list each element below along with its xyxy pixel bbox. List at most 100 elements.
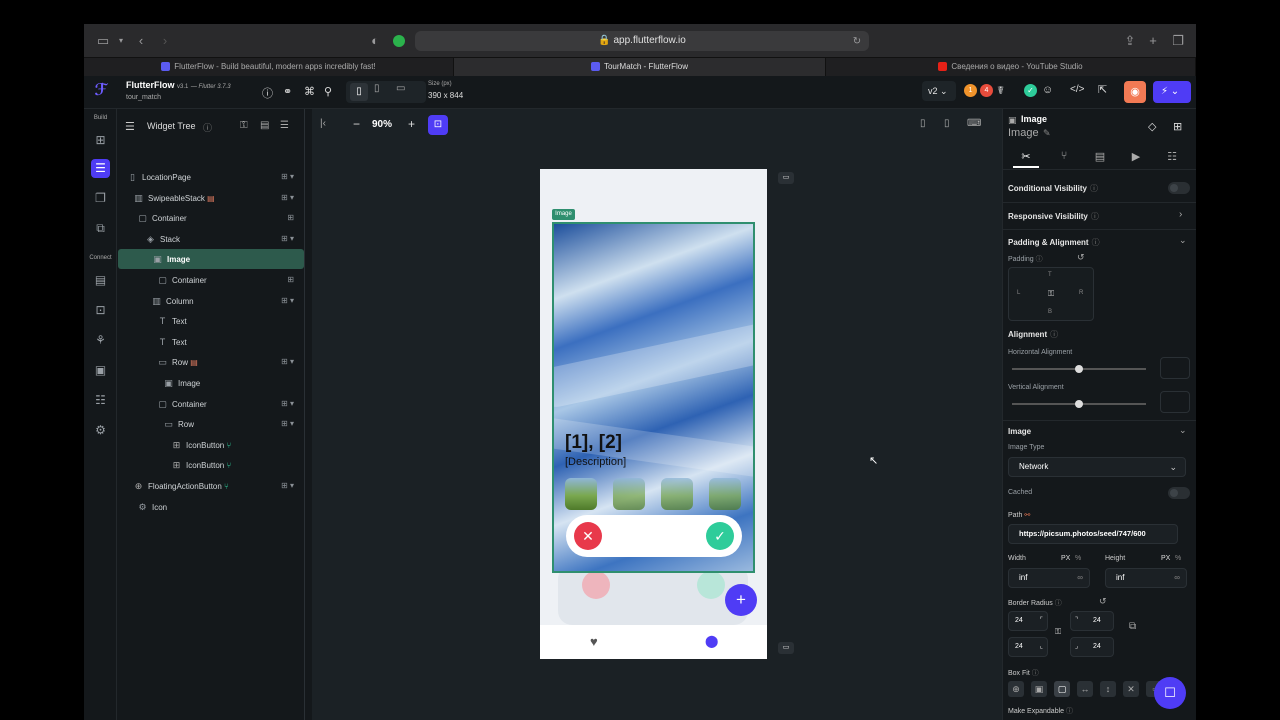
fit-height-icon[interactable]: ↕ bbox=[1100, 681, 1116, 697]
heart-icon[interactable]: ♥ bbox=[590, 634, 598, 649]
run-button[interactable]: ⚡ ⌄ bbox=[1153, 81, 1191, 103]
radius-top-right[interactable]: ⌝ 24 bbox=[1070, 611, 1114, 631]
tree-node[interactable]: ⊕ FloatingActionButton ⑂ ⊞ ▾ bbox=[117, 476, 303, 496]
padding-bottom[interactable]: B bbox=[1048, 309, 1052, 315]
tab-actions-icon[interactable]: ⑂ bbox=[1051, 150, 1077, 168]
tree-node[interactable]: ⊞ IconButton ⑂ bbox=[117, 455, 303, 475]
tab-tourmatch[interactable]: TourMatch - FlutterFlow bbox=[454, 58, 826, 76]
search-icon[interactable]: ⚲ bbox=[324, 85, 332, 98]
branch-selector[interactable]: v2 ⌄ bbox=[922, 81, 956, 101]
reload-icon[interactable]: ↻ bbox=[848, 33, 866, 51]
zoom-level[interactable]: 90% bbox=[372, 119, 392, 130]
back-icon[interactable]: ‹ bbox=[132, 32, 150, 50]
status-bar-toggle-icon[interactable]: ▭ bbox=[778, 172, 794, 184]
lock-icon[interactable]: ⚿ bbox=[240, 120, 248, 131]
components-icon[interactable]: ⧉ bbox=[91, 219, 110, 238]
chevron-down-icon[interactable]: ⌄ bbox=[1179, 425, 1187, 436]
variable-icon[interactable]: ⚯ bbox=[1024, 512, 1030, 519]
link-icon[interactable]: ⚭ bbox=[283, 85, 292, 98]
image-type-select[interactable]: Network ⌄ bbox=[1008, 457, 1186, 477]
bug-icon[interactable]: ☤ bbox=[997, 84, 1004, 97]
cached-toggle[interactable] bbox=[1168, 487, 1190, 499]
copy-icon[interactable]: ⧉ bbox=[1129, 621, 1136, 632]
image-section-label[interactable]: Image bbox=[1008, 427, 1031, 436]
fit-none-icon[interactable]: ⊕ bbox=[1008, 681, 1024, 697]
chevron-right-icon[interactable]: › bbox=[1179, 209, 1182, 220]
support-chat-icon[interactable]: ☐ bbox=[1154, 677, 1186, 709]
chevron-down-icon[interactable]: ⌄ bbox=[1179, 235, 1187, 246]
horizontal-alignment-input[interactable] bbox=[1160, 357, 1190, 379]
settings-icon[interactable]: ⚙ bbox=[91, 421, 110, 440]
keyboard-icon[interactable]: ⌨ bbox=[967, 118, 981, 129]
tree-node[interactable]: ▢ Container ⊞ ▾ bbox=[117, 394, 303, 414]
location-pin-icon[interactable]: ⬤ bbox=[705, 634, 718, 648]
code-icon[interactable]: </> bbox=[1070, 84, 1084, 95]
error-badge[interactable]: 4 bbox=[980, 84, 993, 97]
forward-icon[interactable]: › bbox=[156, 32, 174, 50]
help-icon[interactable]: ⓘ bbox=[262, 85, 273, 101]
radius-top-left[interactable]: 24 ⌜ bbox=[1008, 611, 1048, 631]
close-icon[interactable]: ✕ bbox=[574, 522, 602, 550]
chevron-down-icon[interactable]: ▾ bbox=[112, 32, 130, 50]
tree-node[interactable]: ▥ SwipeableStack ▤ ⊞ ▾ bbox=[117, 188, 303, 208]
add-child-icon[interactable]: ⊞ ▾ bbox=[281, 167, 294, 187]
info-icon[interactable]: ⓘ bbox=[1036, 256, 1043, 263]
info-icon[interactable]: ⓘ bbox=[1090, 184, 1098, 193]
infinity-icon[interactable]: ∞ bbox=[1077, 569, 1083, 587]
tab-backend-query-icon[interactable]: ▤ bbox=[1087, 150, 1113, 168]
tab-animations-icon[interactable]: ▶ bbox=[1123, 150, 1149, 168]
fit-width-icon[interactable]: ↔ bbox=[1077, 681, 1093, 697]
vertical-alignment-input[interactable] bbox=[1160, 391, 1190, 413]
responsive-visibility-label[interactable]: Responsive Visibility ⓘ bbox=[1008, 211, 1099, 222]
zoom-out-icon[interactable]: − bbox=[353, 117, 360, 131]
tree-node[interactable]: ▭ Row ⊞ ▾ bbox=[117, 414, 303, 434]
size-value[interactable]: 390 x 844 bbox=[428, 91, 463, 100]
selection-mode-icon[interactable]: ⊡ bbox=[428, 115, 448, 135]
desktop-device-icon[interactable]: ▭ bbox=[396, 83, 405, 94]
nav-bar-toggle-icon[interactable]: ▭ bbox=[778, 642, 794, 654]
tree-node[interactable]: ▢ Container ⊞ bbox=[117, 270, 303, 290]
tree-node[interactable]: T Text bbox=[117, 332, 303, 352]
diamond-icon[interactable]: ◇ bbox=[1148, 120, 1156, 133]
horizontal-alignment-slider[interactable] bbox=[1012, 365, 1146, 373]
tree-node[interactable]: ▢ Container ⊞ bbox=[117, 208, 303, 228]
info-icon[interactable]: ⓘ bbox=[1050, 330, 1058, 339]
conditional-visibility-toggle[interactable] bbox=[1168, 182, 1190, 194]
fit-cover-icon[interactable]: ▢ bbox=[1054, 681, 1070, 697]
height-input[interactable]: inf ∞ bbox=[1105, 568, 1187, 588]
warning-badge[interactable]: 1 bbox=[964, 84, 977, 97]
radius-bottom-right[interactable]: ⌟ 24 bbox=[1070, 637, 1114, 657]
width-unit-px[interactable]: PX bbox=[1061, 555, 1070, 562]
storyboard-icon[interactable]: ❐ bbox=[91, 189, 110, 208]
tablet-device-icon[interactable]: ▯ bbox=[374, 83, 380, 94]
thumbnail-image[interactable] bbox=[709, 478, 741, 510]
fit-fill-icon[interactable]: ✕ bbox=[1123, 681, 1139, 697]
check-icon[interactable]: ✓ bbox=[706, 522, 734, 550]
radius-lock-icon[interactable]: ⚿ bbox=[1055, 627, 1061, 637]
path-input[interactable]: https://picsum.photos/seed/747/600 bbox=[1008, 524, 1178, 544]
tree-node[interactable]: ▣ Image bbox=[118, 249, 304, 270]
thumbnail-image[interactable] bbox=[613, 478, 645, 510]
padding-lock-icon[interactable]: ⚿ bbox=[1048, 289, 1054, 299]
add-child-icon[interactable]: ⊞ ▾ bbox=[281, 291, 294, 311]
height-unit-percent[interactable]: % bbox=[1175, 555, 1181, 562]
add-child-icon[interactable]: ⊞ ▾ bbox=[281, 188, 294, 208]
add-child-icon[interactable]: ⊞ ▾ bbox=[281, 394, 294, 414]
slider-knob[interactable] bbox=[1075, 365, 1083, 373]
tree-node[interactable]: ▯ LocationPage ⊞ ▾ bbox=[117, 167, 303, 187]
reset-icon[interactable]: ↺ bbox=[1077, 252, 1085, 263]
tab-overview-icon[interactable]: ❐ bbox=[1169, 32, 1187, 50]
tree-node[interactable]: ⚙ Icon bbox=[117, 497, 303, 517]
padding-top[interactable]: T bbox=[1048, 272, 1052, 278]
preview-eye-icon[interactable]: ◉ bbox=[1124, 81, 1146, 103]
tab-docs-icon[interactable]: ☷ bbox=[1159, 150, 1185, 168]
infinity-icon[interactable]: ∞ bbox=[1174, 569, 1180, 587]
open-external-icon[interactable]: ⇱ bbox=[1098, 83, 1107, 96]
tree-node[interactable]: T Text bbox=[117, 311, 303, 331]
tree-node[interactable]: ▣ Image bbox=[117, 373, 303, 393]
widget-name[interactable]: Image bbox=[1008, 127, 1039, 139]
add-widget-icon[interactable]: ⊞ bbox=[91, 131, 110, 150]
tree-node[interactable]: ⊞ IconButton ⑂ bbox=[117, 435, 303, 455]
tree-node[interactable]: ◈ Stack ⊞ ▾ bbox=[117, 229, 303, 249]
thumbnail-image[interactable] bbox=[565, 478, 597, 510]
